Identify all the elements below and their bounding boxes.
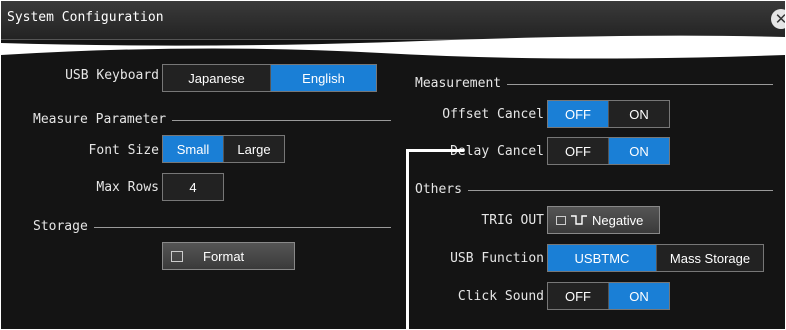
click-sound-option-on[interactable]: ON (609, 283, 669, 309)
delay-cancel-option-on[interactable]: ON (609, 138, 669, 164)
font-size-option-large[interactable]: Large (224, 136, 284, 162)
usb-keyboard-option-japanese[interactable]: Japanese (163, 65, 271, 91)
font-size-selector: Small Large (162, 135, 285, 163)
trig-out-label: TRIG OUT (481, 213, 544, 228)
callout-line-horizontal (406, 149, 464, 152)
font-size-label: Font Size (88, 143, 159, 158)
click-sound-option-off[interactable]: OFF (548, 283, 609, 309)
trig-out-value: Negative (592, 212, 644, 228)
usb-keyboard-label: USB Keyboard (65, 68, 159, 83)
trig-out-button[interactable]: Negative (547, 206, 660, 234)
measure-parameter-heading: Measure Parameter (33, 112, 173, 127)
click-sound-label: Click Sound (457, 289, 544, 304)
usb-function-option-mass-storage[interactable]: Mass Storage (657, 245, 763, 271)
format-icon (171, 250, 183, 262)
negative-pulse-icon (571, 215, 587, 225)
storage-heading: Storage (33, 219, 94, 234)
offset-cancel-option-on[interactable]: ON (609, 101, 669, 127)
trig-out-icon (556, 215, 566, 225)
format-button[interactable]: Format (162, 242, 295, 270)
others-divider (415, 190, 773, 191)
click-sound-selector: OFF ON (547, 282, 670, 310)
delay-cancel-option-off[interactable]: OFF (548, 138, 609, 164)
others-heading: Others (415, 182, 468, 197)
callout-line-vertical (406, 149, 409, 329)
offset-cancel-option-off[interactable]: OFF (548, 101, 609, 127)
measurement-heading: Measurement (415, 76, 508, 91)
usb-keyboard-option-english[interactable]: English (271, 65, 376, 91)
offset-cancel-selector: OFF ON (547, 100, 670, 128)
max-rows-label: Max Rows (96, 180, 159, 195)
usb-function-selector: USBTMC Mass Storage (547, 244, 764, 272)
offset-cancel-label: Offset Cancel (442, 107, 544, 122)
delay-cancel-selector: OFF ON (547, 137, 670, 165)
close-icon[interactable]: ✕ (771, 9, 785, 29)
font-size-option-small[interactable]: Small (163, 136, 224, 162)
torn-edge-decoration (1, 35, 785, 59)
usb-function-label: USB Function (450, 251, 544, 266)
usb-function-option-usbtmc[interactable]: USBTMC (548, 245, 657, 271)
max-rows-field[interactable]: 4 (162, 173, 224, 201)
window-title: System Configuration (7, 10, 164, 25)
system-configuration-window: System Configuration ✕ USB Keyboard Japa… (1, 1, 785, 329)
format-button-label: Format (203, 248, 245, 264)
usb-keyboard-selector: Japanese English (162, 64, 377, 92)
